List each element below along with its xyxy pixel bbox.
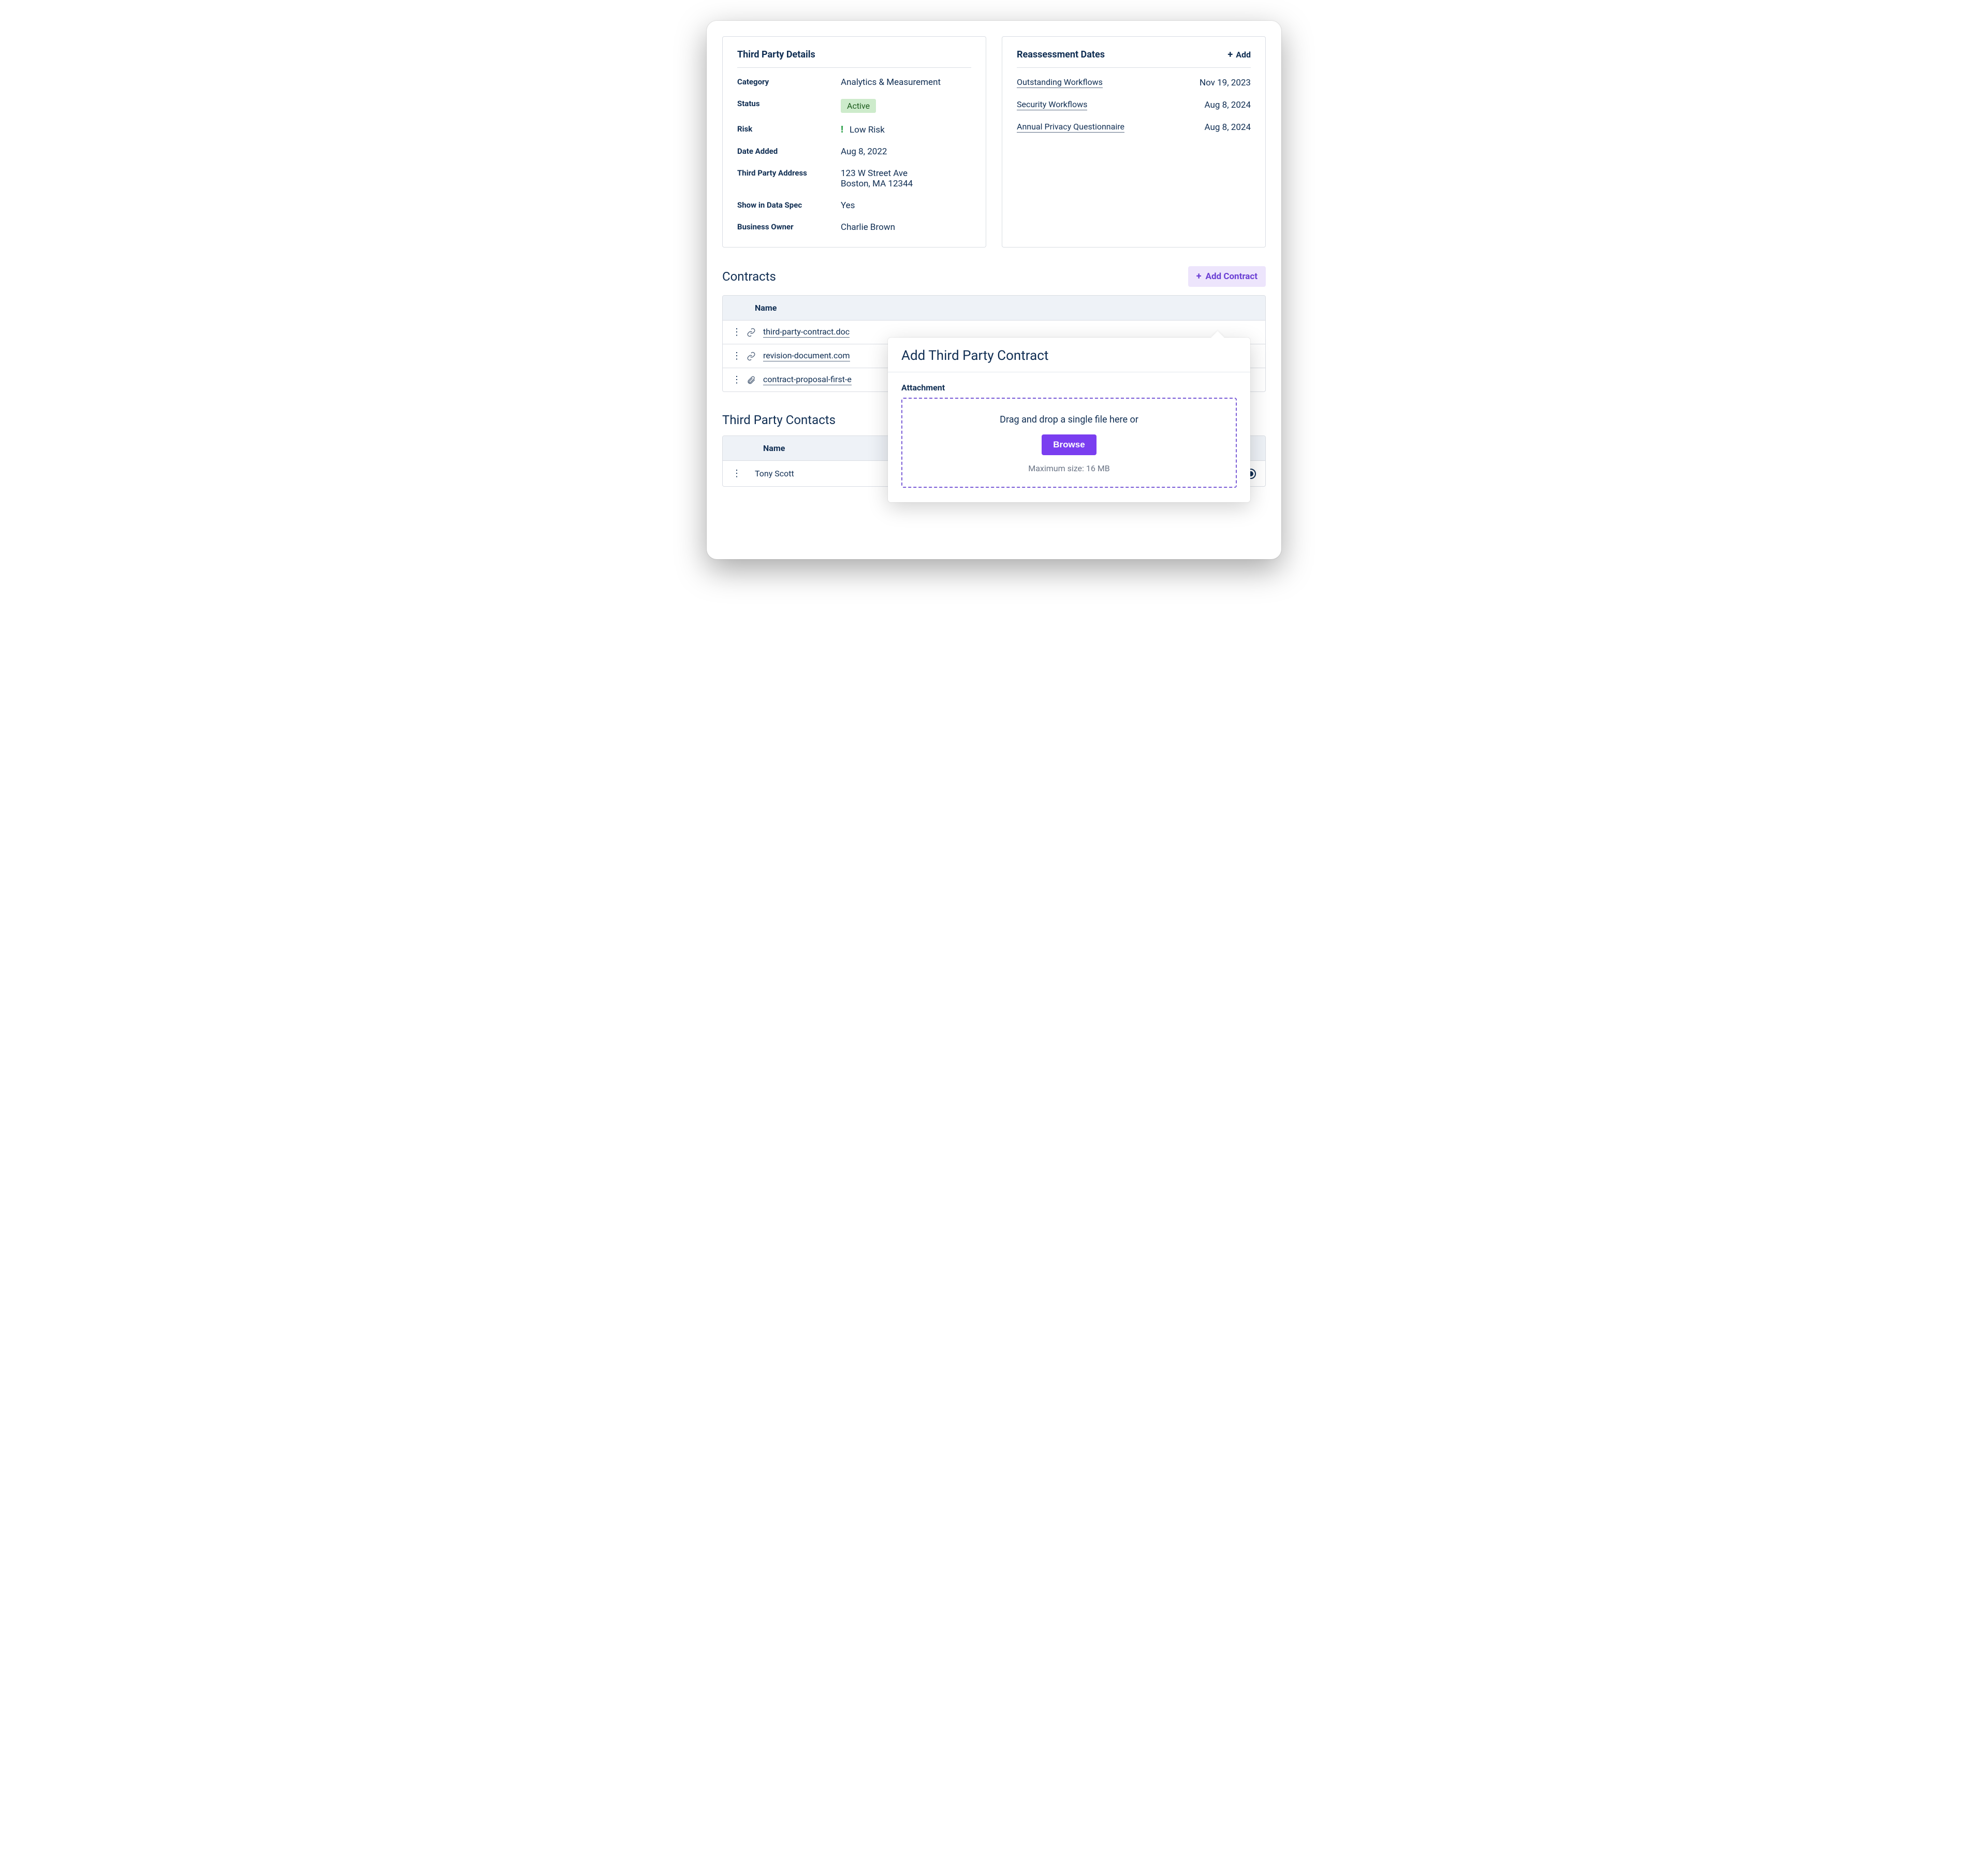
reassessment-item: Outstanding Workflows Nov 19, 2023 <box>1017 77 1251 88</box>
contract-link[interactable]: third-party-contract.doc <box>763 327 850 338</box>
reassessment-card: Reassessment Dates + Add Outstanding Wor… <box>1002 36 1266 248</box>
date-added-value: Aug 8, 2022 <box>841 147 887 157</box>
reassessment-item: Security Workflows Aug 8, 2024 <box>1017 99 1251 110</box>
contacts-col-name: Name <box>763 443 898 453</box>
dataspec-value: Yes <box>841 200 855 211</box>
attachment-label: Attachment <box>901 383 1237 393</box>
category-label: Category <box>737 77 841 86</box>
paperclip-icon <box>747 375 756 385</box>
reassessment-title: Reassessment Dates <box>1017 49 1105 60</box>
more-icon[interactable]: ⋮ <box>732 374 739 385</box>
link-icon <box>747 328 756 337</box>
reassessment-item: Annual Privacy Questionnaire Aug 8, 2024 <box>1017 122 1251 133</box>
reassessment-date: Aug 8, 2024 <box>1205 100 1251 110</box>
owner-value: Charlie Brown <box>841 222 895 232</box>
file-dropzone[interactable]: Drag and drop a single file here or Brow… <box>901 398 1237 488</box>
more-icon[interactable]: ⋮ <box>732 351 739 361</box>
category-value: Analytics & Measurement <box>841 77 941 88</box>
exclamation-icon: ! <box>841 124 843 135</box>
browse-button[interactable]: Browse <box>1042 434 1096 455</box>
reassessment-link[interactable]: Annual Privacy Questionnaire <box>1017 122 1124 133</box>
plus-icon: + <box>1227 50 1233 60</box>
add-contract-button[interactable]: + Add Contract <box>1188 266 1266 287</box>
contract-link[interactable]: contract-proposal-first-e <box>763 374 852 385</box>
link-icon <box>747 352 756 361</box>
add-contract-popover: Add Third Party Contract Attachment Drag… <box>888 338 1250 502</box>
plus-icon: + <box>1196 272 1202 281</box>
owner-label: Business Owner <box>737 222 841 231</box>
status-label: Status <box>737 99 841 108</box>
contact-name: Tony Scott <box>755 469 889 478</box>
contracts-col-name: Name <box>755 303 777 313</box>
address-value: 123 W Street Ave Boston, MA 12344 <box>841 168 913 189</box>
reassessment-date: Nov 19, 2023 <box>1200 78 1251 88</box>
dropzone-text: Drag and drop a single file here or <box>913 414 1225 425</box>
reassessment-link[interactable]: Outstanding Workflows <box>1017 77 1103 88</box>
contract-link[interactable]: revision-document.com <box>763 351 850 361</box>
date-added-label: Date Added <box>737 147 841 156</box>
address-label: Third Party Address <box>737 168 841 178</box>
popover-title: Add Third Party Contract <box>888 338 1250 372</box>
details-card: Third Party Details Category Analytics &… <box>722 36 986 248</box>
more-icon[interactable]: ⋮ <box>732 327 739 338</box>
reassessment-date: Aug 8, 2024 <box>1205 122 1251 133</box>
add-reassessment-button[interactable]: + Add <box>1227 50 1251 60</box>
app-window: Third Party Details Category Analytics &… <box>707 21 1281 559</box>
details-title: Third Party Details <box>737 49 815 60</box>
status-badge: Active <box>841 99 876 113</box>
risk-label: Risk <box>737 124 841 134</box>
dataspec-label: Show in Data Spec <box>737 200 841 210</box>
reassessment-link[interactable]: Security Workflows <box>1017 99 1087 110</box>
contacts-title: Third Party Contacts <box>722 413 836 427</box>
contracts-title: Contracts <box>722 269 776 284</box>
more-icon[interactable]: ⋮ <box>732 468 739 479</box>
max-size-text: Maximum size: 16 MB <box>913 463 1225 473</box>
risk-value: Low Risk <box>850 125 885 135</box>
